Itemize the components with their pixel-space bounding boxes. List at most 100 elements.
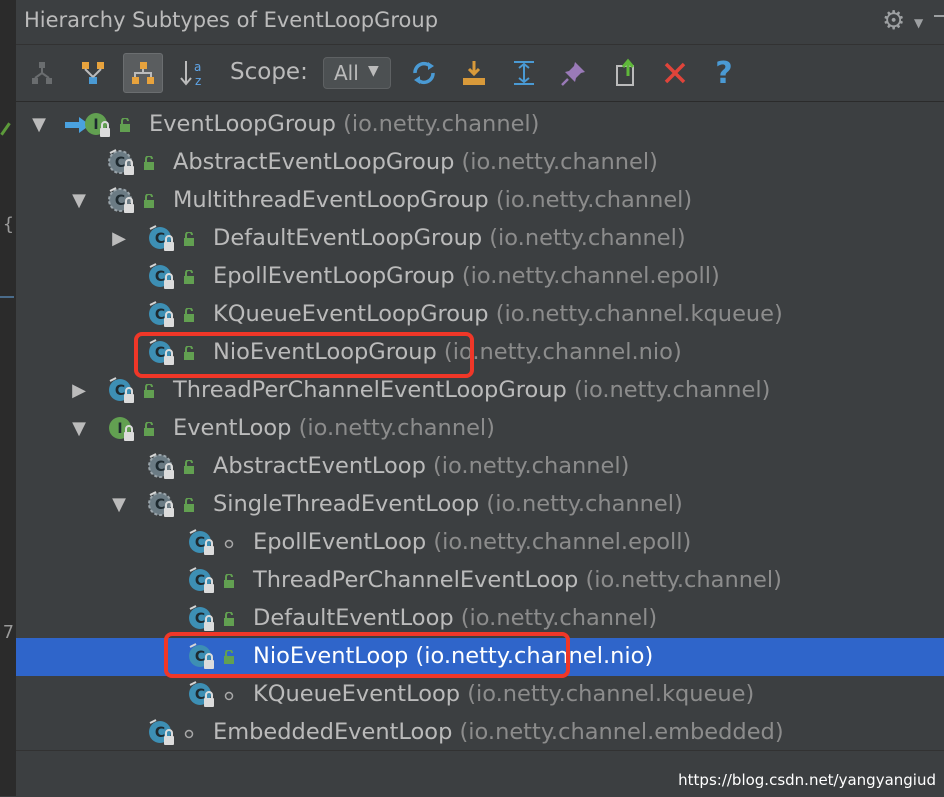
svg-text:C: C (195, 687, 205, 703)
gear-dropdown-arrow-icon[interactable]: ▼ (914, 16, 923, 30)
tree-row[interactable]: C EpollEventLoop (io.netty.channel.epoll) (16, 524, 944, 562)
tree-row[interactable]: C AbstractEventLoop (io.netty.channel) (16, 448, 944, 486)
type-package: (io.netty.channel) (585, 567, 782, 593)
svg-text:C: C (155, 497, 165, 513)
hide-window-icon[interactable] (934, 15, 944, 17)
expanded-arrow-icon[interactable]: ▼ (29, 114, 49, 135)
type-package: (io.netty.channel) (343, 111, 540, 137)
type-name: SingleThreadEventLoop (io.netty.channel) (213, 491, 683, 517)
class-icon: C (109, 377, 134, 403)
supertypes-hierarchy-button[interactable] (22, 53, 62, 93)
abstract-class-icon: C (108, 187, 134, 213)
tree-row[interactable]: C KQueueEventLoopGroup (io.netty.channel.… (16, 296, 944, 334)
collapse-all-button[interactable] (504, 53, 544, 93)
tree-row[interactable]: C EpollEventLoopGroup (io.netty.channel.e… (16, 258, 944, 296)
sort-alphabetically-icon: a z (180, 60, 201, 88)
chevron-down-icon: ▼ (368, 63, 379, 79)
expand-all-button[interactable] (454, 53, 494, 93)
tree-row[interactable]: ▼ I EventLoopGroup (io.netty.channel) (16, 106, 944, 144)
type-name: MultithreadEventLoopGroup (io.netty.chan… (173, 187, 692, 213)
class-icon: C (189, 681, 214, 707)
highlight-annotation-box (134, 332, 474, 378)
public-access-icon (184, 232, 194, 246)
type-package: (io.netty.channel.nio) (443, 339, 682, 365)
tree-row[interactable]: ▼ I EventLoop (io.netty.channel) (16, 410, 944, 448)
type-simple-name: AbstractEventLoopGroup (173, 149, 455, 175)
class-icon: C (189, 567, 214, 593)
tree-row[interactable]: ▶ C DefaultEventLoopGroup (io.netty.channe… (16, 220, 944, 258)
svg-text:C: C (155, 307, 165, 323)
subtypes-hierarchy-icon (132, 62, 154, 84)
type-name: EpollEventLoop (io.netty.channel.epoll) (253, 529, 691, 555)
type-simple-name: ThreadPerChannelEventLoop (253, 567, 579, 593)
gear-icon[interactable]: ⚙ (882, 6, 905, 36)
tree-row[interactable]: C EmbeddedEventLoop (io.netty.channel.emb… (16, 714, 944, 752)
tree-row[interactable]: C AbstractEventLoopGroup (io.netty.channe… (16, 144, 944, 182)
type-name: AbstractEventLoopGroup (io.netty.channel… (173, 149, 658, 175)
sort-alphabetically-button[interactable]: a z (174, 53, 214, 93)
refresh-button[interactable] (404, 53, 444, 93)
public-access-icon (184, 270, 194, 284)
type-name: AbstractEventLoop (io.netty.channel) (213, 453, 629, 479)
svg-text:a: a (194, 60, 201, 74)
type-name: EventLoopGroup (io.netty.channel) (149, 111, 539, 137)
interface-icon: I (85, 113, 110, 137)
type-package: (io.netty.channel.kqueue) (467, 681, 755, 707)
type-simple-name: EmbeddedEventLoop (213, 719, 453, 745)
expanded-arrow-icon[interactable]: ▼ (69, 190, 89, 211)
type-package: (io.netty.channel.epoll) (461, 263, 720, 289)
tree-row[interactable]: C ThreadPerChannelEventLoop (io.netty.cha… (16, 562, 944, 600)
help-button[interactable]: ? (704, 53, 744, 93)
public-access-icon (144, 156, 154, 170)
public-access-icon (224, 612, 234, 626)
subtypes-hierarchy-button[interactable] (123, 53, 163, 93)
expand-all-icon (463, 61, 485, 85)
highlight-annotation-box (164, 632, 570, 678)
gutter-fragment-mark: { (3, 214, 14, 235)
abstract-class-icon: C (148, 453, 174, 479)
expanded-arrow-icon[interactable]: ▼ (69, 418, 89, 439)
supertypes-hierarchy-icon (32, 62, 52, 84)
type-name: EpollEventLoopGroup (io.netty.channel.ep… (213, 263, 720, 289)
collapse-all-icon (514, 61, 534, 85)
refresh-icon (413, 61, 435, 85)
svg-text:C: C (155, 231, 165, 247)
svg-text:C: C (115, 193, 125, 209)
export-button[interactable] (606, 53, 646, 93)
public-access-icon (144, 194, 154, 208)
type-simple-name: EpollEventLoopGroup (213, 263, 455, 289)
expanded-arrow-icon[interactable]: ▼ (109, 494, 129, 515)
svg-text:I: I (93, 117, 98, 133)
type-name: KQueueEventLoop (io.netty.channel.kqueue… (253, 681, 754, 707)
class-icon: C (189, 529, 214, 555)
type-simple-name: KQueueEventLoop (253, 681, 461, 707)
supertypes-icon (82, 62, 104, 84)
tree-row[interactable]: ▼ C SingleThreadEventLoop (io.netty.channe… (16, 486, 944, 524)
type-simple-name: MultithreadEventLoopGroup (173, 187, 489, 213)
package-private-access-icon (224, 539, 234, 549)
tree-row[interactable]: C KQueueEventLoop (io.netty.channel.kqueu… (16, 676, 944, 714)
type-package: (io.netty.channel.embedded) (459, 719, 784, 745)
type-package: (io.netty.channel) (298, 415, 495, 441)
tool-window-title: Hierarchy Subtypes of EventLoopGroup (24, 8, 439, 32)
type-package: (io.netty.channel) (460, 605, 658, 631)
type-name: DefaultEventLoopGroup (io.netty.channel) (213, 225, 686, 251)
type-name: DefaultEventLoop (io.netty.channel) (253, 605, 657, 631)
tool-window-header: Hierarchy Subtypes of EventLoopGroup ⚙ ▼ (16, 0, 944, 45)
close-button[interactable] (655, 53, 695, 93)
pin-button[interactable] (554, 53, 594, 93)
package-private-access-icon (224, 691, 234, 701)
type-simple-name: EventLoopGroup (149, 111, 336, 137)
public-access-icon (184, 498, 194, 512)
type-simple-name: AbstractEventLoop (213, 453, 426, 479)
tree-row[interactable]: ▼ C MultithreadEventLoopGroup (io.netty.ch… (16, 182, 944, 220)
svg-text:C: C (195, 611, 205, 627)
class-icon: C (149, 263, 174, 289)
type-simple-name: ThreadPerChannelEventLoopGroup (173, 377, 567, 403)
hierarchy-tree[interactable]: ▼ I EventLoopGroup (io.netty.channel) C Abst… (16, 102, 944, 750)
gutter-scroll-marker (0, 296, 14, 298)
collapsed-arrow-icon[interactable]: ▶ (69, 380, 89, 401)
supertypes-button[interactable] (73, 53, 113, 93)
scope-dropdown[interactable]: All ▼ (323, 57, 391, 89)
collapsed-arrow-icon[interactable]: ▶ (109, 228, 129, 249)
